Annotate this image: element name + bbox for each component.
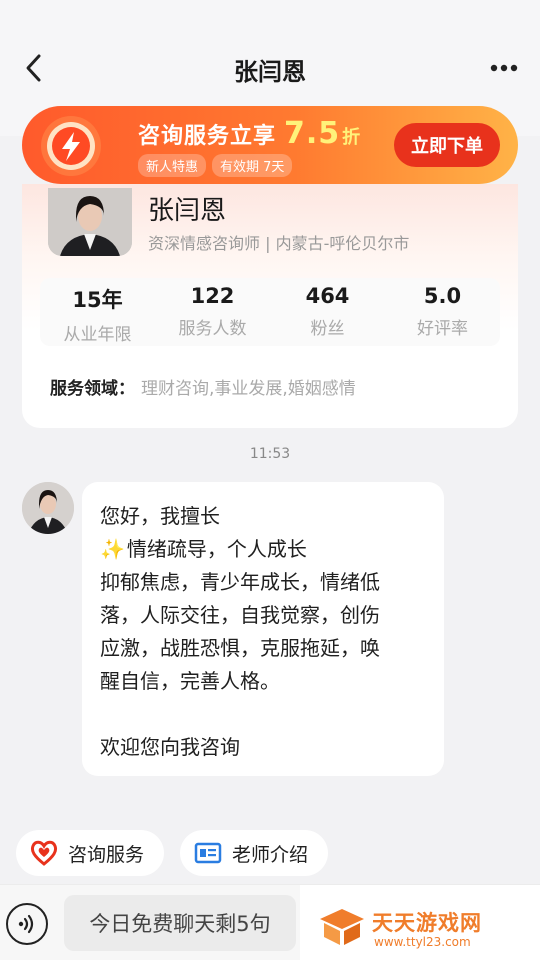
service-domain-value: 理财咨询,事业发展,婚姻感情 — [141, 379, 356, 399]
voice-icon — [18, 914, 34, 934]
message-line: 您好，我擅长 — [100, 504, 220, 528]
quick-action-label: 咨询服务 — [68, 843, 145, 866]
counselor-card: 张闫恩 资深情感咨询师 | 内蒙古-呼伦贝尔市 15年 从业年限 122 服务人… — [22, 184, 518, 428]
promo-title-text: 咨询服务立享 — [138, 124, 277, 149]
stat-label: 粉丝 — [310, 319, 345, 339]
counselor-name: 张闫恩 — [148, 196, 227, 226]
message-line: 醒自信，完善人格。 — [100, 669, 280, 693]
watermark-logo-icon — [320, 909, 364, 945]
quick-action-label: 老师介绍 — [232, 843, 309, 866]
page-title: 张闫恩 — [234, 58, 306, 86]
stat-value: 464 — [305, 284, 350, 308]
more-icon — [490, 64, 518, 72]
chat-message-bubble: 您好，我擅长 ✨ 情绪疏导，个人成长 抑郁焦虑，青少年成长，情绪低 落，人际交往，… — [82, 482, 444, 776]
watermark-name: 天天游戏网 — [372, 911, 482, 935]
message-line: 落，人际交往，自我觉察，创伤 — [100, 603, 380, 627]
promo-tags: 新人特惠 有效期 7天 — [138, 154, 293, 177]
sparkle-icon: ✨ — [100, 537, 125, 561]
promo-discount-unit: 折 — [342, 127, 362, 148]
stat-fans: 464 粉丝 — [270, 278, 385, 346]
message-line-with-icon: ✨ 情绪疏导，个人成长 — [100, 533, 426, 566]
message-line: 应激，战胜恐惧，克服拖延，唤 — [100, 636, 380, 660]
consult-service-button[interactable]: 咨询服务 — [16, 830, 164, 876]
counselor-avatar[interactable] — [48, 188, 132, 256]
heart-icon — [30, 840, 58, 866]
stat-label: 好评率 — [417, 319, 468, 339]
chat-timestamp: 11:53 — [249, 446, 291, 462]
promo-discount: 7.5 — [284, 116, 341, 151]
stat-value: 15年 — [72, 288, 123, 312]
more-button[interactable] — [486, 52, 522, 84]
message-line: 抑郁焦虑，青少年成长，情绪低 — [100, 570, 380, 594]
message-line: 情绪疏导，个人成长 — [126, 537, 307, 561]
id-card-icon — [194, 842, 222, 864]
chat-avatar[interactable] — [22, 482, 74, 534]
stat-years: 15年 从业年限 — [40, 278, 155, 346]
stats-panel: 15年 从业年限 122 服务人数 464 粉丝 5.0 好评率 — [40, 278, 500, 346]
service-domain: 服务领域： 理财咨询,事业发展,婚姻感情 — [50, 374, 356, 399]
promo-tag: 有效期 7天 — [212, 154, 293, 177]
order-now-button[interactable]: 立即下单 — [394, 123, 500, 167]
promo-title: 咨询服务立享 7.5 折 — [138, 116, 361, 151]
watermark: 天天游戏网 www.ttyl23.com — [300, 885, 540, 960]
stat-label: 服务人数 — [178, 319, 247, 339]
chat-input[interactable]: 今日免费聊天剩5句 — [64, 895, 296, 951]
voice-input-button[interactable] — [6, 903, 48, 945]
stat-label: 从业年限 — [63, 325, 132, 345]
stat-served: 122 服务人数 — [155, 278, 270, 346]
stat-value: 5.0 — [423, 284, 462, 308]
stat-rating: 5.0 好评率 — [385, 278, 500, 346]
counselor-subtitle: 资深情感咨询师 | 内蒙古-呼伦贝尔市 — [148, 234, 410, 253]
promo-tag: 新人特惠 — [138, 154, 207, 177]
bottom-input-bar: 今日免费聊天剩5句 天天游戏网 www.ttyl23.com — [0, 884, 540, 960]
stat-value: 122 — [190, 284, 235, 308]
watermark-url: www.ttyl23.com — [374, 935, 471, 949]
lightning-badge-icon — [41, 116, 101, 176]
message-line: 欢迎您向我咨询 — [100, 735, 240, 759]
teacher-intro-button[interactable]: 老师介绍 — [180, 830, 328, 876]
service-domain-label: 服务领域： — [50, 379, 135, 399]
promo-banner[interactable]: 咨询服务立享 7.5 折 新人特惠 有效期 7天 立即下单 — [22, 106, 518, 184]
